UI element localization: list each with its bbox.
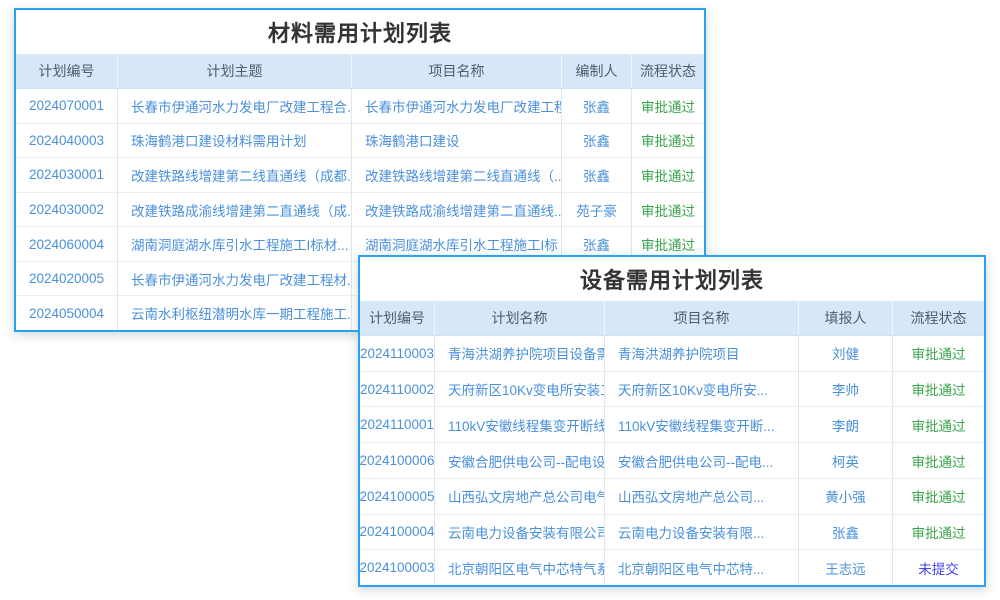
cell-project-name: 青海洪湖养护院项目 (604, 336, 798, 371)
cell-status: 审批通过 (892, 479, 984, 514)
cell-project-name: 天府新区10Kv变电所安... (604, 372, 798, 407)
table-row[interactable]: 2024100004云南电力设备安装有限公司20...云南电力设备安装有限...… (360, 515, 984, 551)
cell-project-name: 山西弘文房地产总公司... (604, 479, 798, 514)
cell-plan-name: 山西弘文房地产总公司电气安... (434, 479, 604, 514)
table-row[interactable]: 2024100005山西弘文房地产总公司电气安...山西弘文房地产总公司...黄… (360, 479, 984, 515)
table-row[interactable]: 2024100006安徽合肥供电公司--配电设备...安徽合肥供电公司--配电.… (360, 443, 984, 479)
cell-status: 审批通过 (892, 372, 984, 407)
material-plan-header-row: 计划编号计划主题项目名称编制人流程状态 (16, 54, 704, 89)
cell-plan-number: 2024030001 (16, 158, 117, 192)
table-row[interactable]: 2024040003珠海鹤港口建设材料需用计划珠海鹤港口建设张鑫审批通过 (16, 124, 704, 159)
cell-project-name: 110kV安徽线程集变开断... (604, 407, 798, 442)
column-header: 计划名称 (434, 301, 604, 335)
cell-plan-subject: 改建铁路线增建第二线直通线（成都... (117, 158, 351, 192)
column-header: 计划编号 (360, 301, 434, 335)
cell-plan-number: 2024110001 (360, 407, 434, 442)
material-plan-title: 材料需用计划列表 (16, 10, 704, 54)
cell-plan-name: 天府新区10Kv变电所安装工程... (434, 372, 604, 407)
cell-project-name: 改建铁路线增建第二线直通线（... (351, 158, 561, 192)
cell-plan-subject: 长春市伊通河水力发电厂改建工程合... (117, 89, 351, 123)
cell-project-name: 改建铁路成渝线增建第二直通线... (351, 193, 561, 227)
cell-status: 审批通过 (892, 515, 984, 550)
cell-compiler: 张鑫 (561, 158, 631, 192)
cell-reporter: 柯英 (798, 443, 892, 478)
cell-plan-number: 2024070001 (16, 89, 117, 123)
cell-status: 审批通过 (892, 443, 984, 478)
cell-plan-number: 2024100006 (360, 443, 434, 478)
cell-reporter: 王志远 (798, 550, 892, 585)
table-row[interactable]: 2024100003北京朝阳区电气中芯特气系统...北京朝阳区电气中芯特...王… (360, 550, 984, 585)
cell-plan-subject: 长春市伊通河水力发电厂改建工程材... (117, 262, 351, 296)
cell-plan-number: 2024100004 (360, 515, 434, 550)
cell-reporter: 李帅 (798, 372, 892, 407)
table-row[interactable]: 2024030002改建铁路成渝线增建第二直通线（成...改建铁路成渝线增建第二… (16, 193, 704, 228)
page: 材料需用计划列表 计划编号计划主题项目名称编制人流程状态 2024070001长… (0, 0, 1000, 600)
equipment-plan-window: 设备需用计划列表 计划编号计划名称项目名称填报人流程状态 2024110003青… (358, 255, 986, 587)
cell-plan-number: 2024040003 (16, 124, 117, 158)
cell-status: 审批通过 (892, 336, 984, 371)
cell-reporter: 刘健 (798, 336, 892, 371)
cell-status: 审批通过 (631, 193, 704, 227)
cell-plan-number: 2024110002 (360, 372, 434, 407)
cell-reporter: 李朗 (798, 407, 892, 442)
table-row[interactable]: 2024110002天府新区10Kv变电所安装工程...天府新区10Kv变电所安… (360, 372, 984, 408)
equipment-plan-title: 设备需用计划列表 (360, 257, 984, 301)
cell-status: 审批通过 (631, 158, 704, 192)
column-header: 计划主题 (117, 54, 351, 88)
cell-project-name: 珠海鹤港口建设 (351, 124, 561, 158)
cell-compiler: 苑子豪 (561, 193, 631, 227)
table-row[interactable]: 2024110003青海洪湖养护院项目设备需用...青海洪湖养护院项目刘健审批通… (360, 336, 984, 372)
cell-plan-number: 2024030002 (16, 193, 117, 227)
column-header: 编制人 (561, 54, 631, 88)
cell-plan-number: 2024100003 (360, 550, 434, 585)
cell-plan-name: 110kV安徽线程集变开断线路... (434, 407, 604, 442)
cell-plan-number: 2024060004 (16, 227, 117, 261)
cell-reporter: 张鑫 (798, 515, 892, 550)
column-header: 计划编号 (16, 54, 117, 88)
cell-plan-number: 2024050004 (16, 296, 117, 330)
cell-plan-number: 2024020005 (16, 262, 117, 296)
cell-plan-name: 云南电力设备安装有限公司20... (434, 515, 604, 550)
cell-plan-name: 北京朝阳区电气中芯特气系统... (434, 550, 604, 585)
cell-status: 审批通过 (631, 89, 704, 123)
cell-status: 未提交 (892, 550, 984, 585)
cell-plan-number: 2024110003 (360, 336, 434, 371)
table-row[interactable]: 2024030001改建铁路线增建第二线直通线（成都...改建铁路线增建第二线直… (16, 158, 704, 193)
cell-project-name: 云南电力设备安装有限... (604, 515, 798, 550)
cell-project-name: 北京朝阳区电气中芯特... (604, 550, 798, 585)
cell-plan-number: 2024100005 (360, 479, 434, 514)
table-row[interactable]: 2024070001长春市伊通河水力发电厂改建工程合...长春市伊通河水力发电厂… (16, 89, 704, 124)
table-row[interactable]: 2024110001110kV安徽线程集变开断线路...110kV安徽线程集变开… (360, 407, 984, 443)
cell-plan-subject: 改建铁路成渝线增建第二直通线（成... (117, 193, 351, 227)
cell-project-name: 安徽合肥供电公司--配电... (604, 443, 798, 478)
column-header: 流程状态 (631, 54, 704, 88)
equipment-plan-header-row: 计划编号计划名称项目名称填报人流程状态 (360, 301, 984, 336)
column-header: 项目名称 (351, 54, 561, 88)
cell-status: 审批通过 (892, 407, 984, 442)
cell-reporter: 黄小强 (798, 479, 892, 514)
column-header: 项目名称 (604, 301, 798, 335)
cell-plan-subject: 珠海鹤港口建设材料需用计划 (117, 124, 351, 158)
equipment-plan-table: 2024110003青海洪湖养护院项目设备需用...青海洪湖养护院项目刘健审批通… (360, 336, 984, 585)
column-header: 填报人 (798, 301, 892, 335)
cell-project-name: 长春市伊通河水力发电厂改建工程 (351, 89, 561, 123)
cell-plan-subject: 湖南洞庭湖水库引水工程施工I标材... (117, 227, 351, 261)
cell-status: 审批通过 (631, 124, 704, 158)
cell-compiler: 张鑫 (561, 89, 631, 123)
column-header: 流程状态 (892, 301, 984, 335)
cell-plan-subject: 云南水利枢纽潜明水库一期工程施工... (117, 296, 351, 330)
cell-plan-name: 青海洪湖养护院项目设备需用... (434, 336, 604, 371)
cell-plan-name: 安徽合肥供电公司--配电设备... (434, 443, 604, 478)
cell-compiler: 张鑫 (561, 124, 631, 158)
